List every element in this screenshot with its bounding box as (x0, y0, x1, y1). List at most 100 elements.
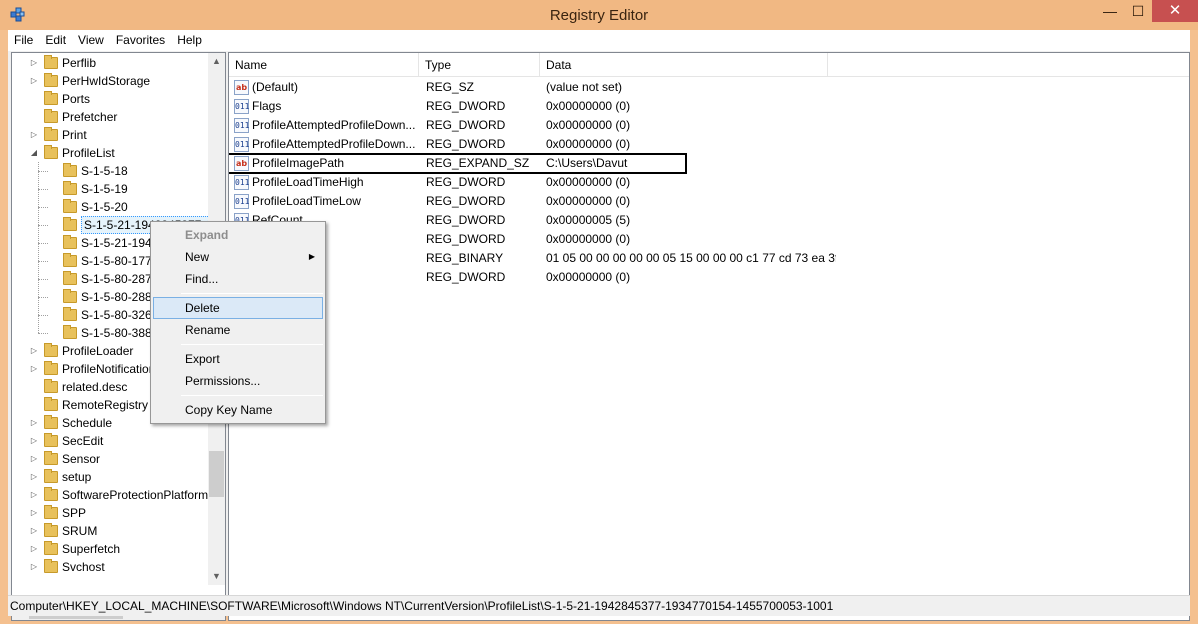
ctx-delete[interactable]: Delete (153, 297, 323, 319)
menu-view[interactable]: View (72, 30, 110, 51)
tree-item[interactable]: Ports (12, 90, 212, 108)
cell-type: REG_DWORD (426, 118, 506, 132)
tree-item[interactable]: S-1-5-19 (12, 180, 212, 198)
close-button[interactable]: ✕ (1152, 0, 1198, 22)
cell-data: 0x00000005 (5) (546, 213, 631, 227)
menu-file[interactable]: File (8, 30, 39, 51)
tree-item-label: Svchost (62, 560, 105, 574)
tree-item[interactable]: S-1-5-20 (12, 198, 212, 216)
tree-item[interactable]: Prefetcher (12, 108, 212, 126)
folder-icon (44, 145, 58, 159)
expand-arrow-icon[interactable]: ▷ (29, 450, 39, 468)
expand-arrow-icon[interactable]: ◢ (29, 144, 39, 162)
list-item[interactable]: 011ptSyncREG_DWORD0x00000000 (0) (229, 230, 1189, 249)
tree-guide-line (38, 261, 48, 262)
expand-arrow-icon[interactable]: ▷ (29, 558, 39, 576)
expand-arrow-icon[interactable]: ▷ (29, 468, 39, 486)
scroll-down-icon[interactable]: ▼ (208, 568, 225, 585)
list-item[interactable]: 011 Flags REG_DWORD 0x00000000 (0) (229, 97, 1189, 116)
folder-icon (63, 163, 77, 177)
tree-item-label: PerHwIdStorage (62, 74, 151, 88)
tree-item[interactable]: ▷ SoftwareProtectionPlatform (12, 486, 212, 504)
ctx-export[interactable]: Export (153, 348, 323, 370)
menu-help[interactable]: Help (171, 30, 208, 51)
ctx-permissions[interactable]: Permissions... (153, 370, 323, 392)
tree-item[interactable]: ▷ Svchost (12, 558, 212, 576)
expand-arrow-icon[interactable]: ▷ (29, 522, 39, 540)
cell-data: 0x00000000 (0) (546, 270, 631, 284)
column-header-name[interactable]: Name (229, 53, 419, 77)
list-item[interactable]: 011REG_DWORD0x00000000 (0) (229, 268, 1189, 287)
expand-arrow-icon[interactable]: ▷ (29, 414, 39, 432)
ctx-separator (181, 395, 323, 396)
tree-item-label: ProfileNotification (62, 362, 156, 376)
ctx-rename[interactable]: Rename (153, 319, 323, 341)
scroll-up-icon[interactable]: ▲ (208, 53, 225, 70)
list-item[interactable]: 011RefCountREG_DWORD0x00000005 (5) (229, 211, 1189, 230)
tree-item-label: RemoteRegistry (62, 398, 149, 412)
expand-arrow-icon[interactable]: ▷ (29, 342, 39, 360)
tree-item[interactable]: ◢ ProfileList (12, 144, 212, 162)
cell-data: 0x00000000 (0) (546, 137, 631, 151)
folder-icon (44, 109, 58, 123)
tree-item[interactable]: ▷ setup (12, 468, 212, 486)
expand-arrow-icon[interactable]: ▷ (29, 504, 39, 522)
tree-item[interactable]: ▷ Perflib (12, 54, 212, 72)
expand-arrow-icon[interactable]: ▷ (29, 360, 39, 378)
tree-item-label: ProfileList (62, 146, 115, 160)
cell-data: 0x00000000 (0) (546, 175, 631, 189)
tree-item-label: S-1-5-19 (81, 182, 128, 196)
values-list-pane[interactable]: Name Type Data ab (Default) REG_SZ (value n… (228, 52, 1190, 621)
expand-arrow-icon[interactable]: ▷ (29, 432, 39, 450)
ctx-copy-key-name[interactable]: Copy Key Name (153, 399, 323, 421)
list-item[interactable]: ab (Default) REG_SZ (value not set) (229, 78, 1189, 97)
expand-arrow-icon[interactable]: ▷ (29, 54, 39, 72)
folder-icon (44, 73, 58, 87)
expand-arrow-icon[interactable]: ▷ (29, 486, 39, 504)
tree-item-label: SPP (62, 506, 87, 520)
tree-guide-line (38, 162, 39, 333)
expand-arrow-icon[interactable]: ▷ (29, 72, 39, 90)
expand-arrow-icon[interactable]: ▷ (29, 540, 39, 558)
annotation-highlight-box (229, 153, 687, 174)
minimize-button[interactable]: — (1096, 0, 1124, 22)
cell-type: REG_DWORD (426, 232, 506, 246)
maximize-button[interactable]: ☐ (1124, 0, 1152, 22)
list-header: Name Type Data (229, 53, 1189, 77)
expand-arrow-icon[interactable]: ▷ (29, 126, 39, 144)
tree-item[interactable]: ▷ Superfetch (12, 540, 212, 558)
tree-item[interactable]: S-1-5-18 (12, 162, 212, 180)
list-item[interactable]: 011 ProfileAttemptedProfileDown... REG_DWO… (229, 116, 1189, 135)
menu-bar: File Edit View Favorites Help (8, 30, 1190, 51)
tree-guide-line (38, 171, 48, 172)
folder-icon (44, 127, 58, 141)
tree-item[interactable]: ▷ SecEdit (12, 432, 212, 450)
string-value-icon: ab (234, 80, 249, 95)
folder-icon (44, 397, 58, 411)
folder-icon (44, 415, 58, 429)
tree-item[interactable]: ▷ SPP (12, 504, 212, 522)
ctx-new[interactable]: New ▶ (153, 246, 323, 268)
tree-item[interactable]: ▷ Sensor (12, 450, 212, 468)
ctx-expand[interactable]: Expand (153, 224, 323, 246)
list-item[interactable]: 011 ProfileLoadTimeHigh REG_DWORD 0x0000000… (229, 173, 1189, 192)
tree-item[interactable]: ▷ SRUM (12, 522, 212, 540)
folder-icon (44, 505, 58, 519)
list-item[interactable]: 011 ProfileLoadTimeLow REG_DWORD 0x00000000… (229, 192, 1189, 211)
cell-data: 01 05 00 00 00 00 00 05 15 00 00 00 c1 7… (546, 251, 836, 265)
menu-favorites[interactable]: Favorites (110, 30, 171, 51)
list-item[interactable]: 011REG_BINARY01 05 00 00 00 00 00 05 15 … (229, 249, 1189, 268)
tree-item-label: SRUM (62, 524, 98, 538)
column-header-data[interactable]: Data (540, 53, 828, 77)
tree-item[interactable]: ▷ Print (12, 126, 212, 144)
column-header-type[interactable]: Type (419, 53, 540, 77)
ctx-find[interactable]: Find... (153, 268, 323, 290)
list-item[interactable]: 011 ProfileAttemptedProfileDown... REG_DWO… (229, 135, 1189, 154)
tree-item[interactable]: ▷ PerHwIdStorage (12, 72, 212, 90)
menu-edit[interactable]: Edit (39, 30, 72, 51)
tree-vertical-scroll-thumb[interactable] (209, 451, 224, 497)
